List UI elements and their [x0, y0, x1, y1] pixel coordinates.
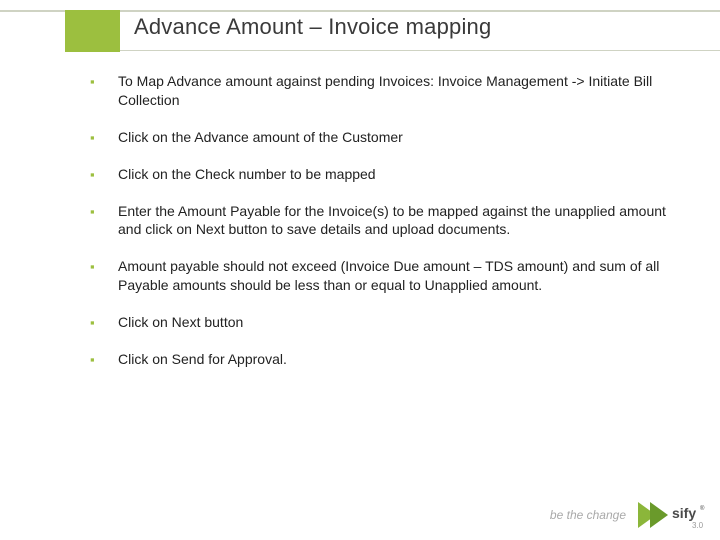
- bullet-list: ▪ To Map Advance amount against pending …: [90, 72, 680, 387]
- list-item-text: Amount payable should not exceed (Invoic…: [118, 257, 680, 295]
- list-item: ▪ To Map Advance amount against pending …: [90, 72, 680, 110]
- svg-text:3.0: 3.0: [692, 521, 704, 530]
- list-item: ▪ Click on Send for Approval.: [90, 350, 680, 369]
- bullet-icon: ▪: [90, 314, 104, 332]
- list-item-text: Click on Send for Approval.: [118, 350, 680, 369]
- list-item-text: Enter the Amount Payable for the Invoice…: [118, 202, 680, 240]
- list-item: ▪ Click on the Advance amount of the Cus…: [90, 128, 680, 147]
- bullet-icon: ▪: [90, 351, 104, 369]
- bullet-icon: ▪: [90, 166, 104, 184]
- list-item-text: Click on the Advance amount of the Custo…: [118, 128, 680, 147]
- page-title: Advance Amount – Invoice mapping: [134, 14, 491, 40]
- list-item: ▪ Enter the Amount Payable for the Invoi…: [90, 202, 680, 240]
- list-item-text: Click on the Check number to be mapped: [118, 165, 680, 184]
- list-item: ▪ Amount payable should not exceed (Invo…: [90, 257, 680, 295]
- bullet-icon: ▪: [90, 129, 104, 147]
- list-item-text: To Map Advance amount against pending In…: [118, 72, 680, 110]
- title-underline: [120, 50, 720, 51]
- brand-logo-icon: sify ® 3.0: [636, 498, 708, 532]
- svg-text:sify: sify: [672, 505, 696, 521]
- bullet-icon: ▪: [90, 73, 104, 91]
- title-accent-block: [65, 10, 120, 52]
- footer-tagline: be the change: [550, 508, 626, 522]
- svg-text:®: ®: [700, 505, 705, 512]
- footer: be the change sify ® 3.0: [550, 498, 708, 532]
- list-item: ▪ Click on Next button: [90, 313, 680, 332]
- list-item-text: Click on Next button: [118, 313, 680, 332]
- list-item: ▪ Click on the Check number to be mapped: [90, 165, 680, 184]
- bullet-icon: ▪: [90, 258, 104, 276]
- bullet-icon: ▪: [90, 203, 104, 221]
